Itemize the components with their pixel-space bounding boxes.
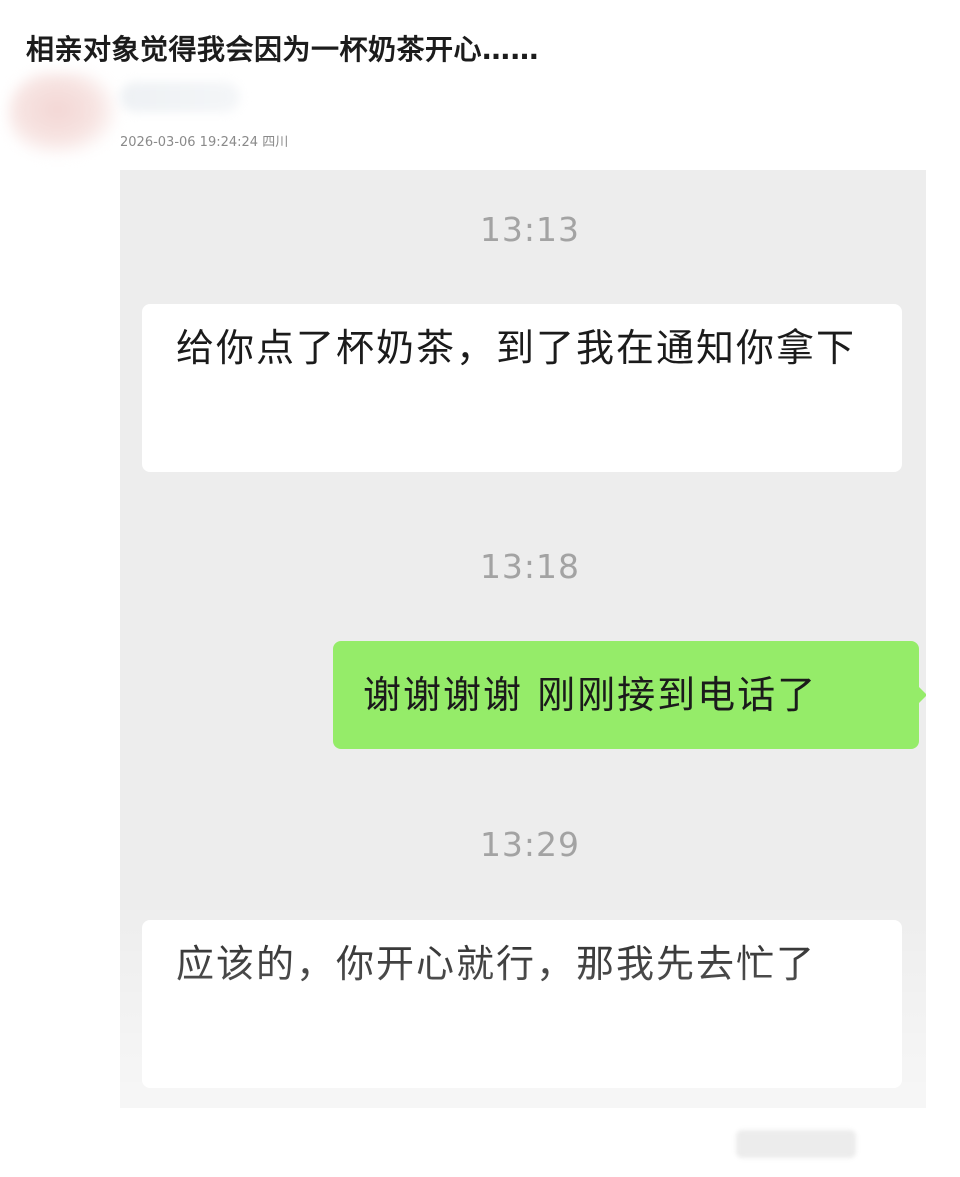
chat-screenshot: 13:13 给你点了杯奶茶，到了我在通知你拿下 13:18 谢谢谢谢 刚刚接到电… bbox=[120, 170, 926, 1108]
post-timestamp-location: 2026-03-06 19:24:24 四川 bbox=[120, 135, 289, 150]
watermark-blurred bbox=[736, 1130, 856, 1158]
username-blurred[interactable] bbox=[120, 82, 240, 112]
message-text: 谢谢谢谢 刚刚接到电话了 bbox=[363, 673, 818, 717]
message-text: 应该的，你开心就行，那我先去忙了 bbox=[176, 942, 817, 986]
message-text: 给你点了杯奶茶，到了我在通知你拿下 bbox=[176, 326, 857, 370]
chat-timestamp: 13:29 bbox=[479, 825, 581, 864]
bubble-tail bbox=[917, 685, 926, 705]
avatar[interactable] bbox=[8, 72, 118, 156]
chat-timestamp: 13:13 bbox=[479, 210, 581, 249]
chat-timestamp: 13:18 bbox=[479, 547, 581, 586]
post-title: 相亲对象觉得我会因为一杯奶茶开心…… bbox=[26, 33, 540, 66]
chat-bubble-received: 应该的，你开心就行，那我先去忙了 bbox=[142, 920, 902, 1088]
chat-bubble-received: 给你点了杯奶茶，到了我在通知你拿下 bbox=[142, 304, 902, 472]
chat-bubble-sent: 谢谢谢谢 刚刚接到电话了 bbox=[333, 641, 919, 749]
